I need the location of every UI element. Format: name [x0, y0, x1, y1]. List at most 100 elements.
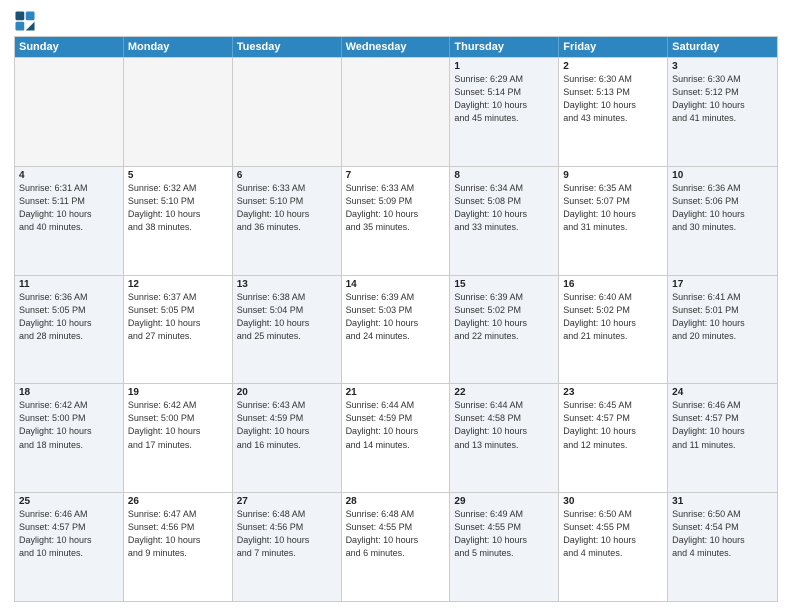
day-cell-8: 8Sunrise: 6:34 AM Sunset: 5:08 PM Daylig…	[450, 167, 559, 275]
day-info: Sunrise: 6:47 AM Sunset: 4:56 PM Dayligh…	[128, 508, 228, 560]
day-number: 2	[563, 61, 663, 72]
empty-cell	[15, 58, 124, 166]
empty-cell	[342, 58, 451, 166]
day-number: 9	[563, 170, 663, 181]
day-info: Sunrise: 6:46 AM Sunset: 4:57 PM Dayligh…	[19, 508, 119, 560]
day-info: Sunrise: 6:39 AM Sunset: 5:02 PM Dayligh…	[454, 291, 554, 343]
day-cell-9: 9Sunrise: 6:35 AM Sunset: 5:07 PM Daylig…	[559, 167, 668, 275]
calendar-header: SundayMondayTuesdayWednesdayThursdayFrid…	[15, 37, 777, 57]
weekday-header-friday: Friday	[559, 37, 668, 57]
day-info: Sunrise: 6:29 AM Sunset: 5:14 PM Dayligh…	[454, 73, 554, 125]
day-number: 22	[454, 387, 554, 398]
weekday-header-wednesday: Wednesday	[342, 37, 451, 57]
day-cell-19: 19Sunrise: 6:42 AM Sunset: 5:00 PM Dayli…	[124, 384, 233, 492]
day-info: Sunrise: 6:38 AM Sunset: 5:04 PM Dayligh…	[237, 291, 337, 343]
day-number: 25	[19, 496, 119, 507]
day-info: Sunrise: 6:42 AM Sunset: 5:00 PM Dayligh…	[128, 399, 228, 451]
day-cell-15: 15Sunrise: 6:39 AM Sunset: 5:02 PM Dayli…	[450, 276, 559, 384]
day-cell-7: 7Sunrise: 6:33 AM Sunset: 5:09 PM Daylig…	[342, 167, 451, 275]
day-cell-25: 25Sunrise: 6:46 AM Sunset: 4:57 PM Dayli…	[15, 493, 124, 601]
day-cell-28: 28Sunrise: 6:48 AM Sunset: 4:55 PM Dayli…	[342, 493, 451, 601]
day-info: Sunrise: 6:35 AM Sunset: 5:07 PM Dayligh…	[563, 182, 663, 234]
day-number: 28	[346, 496, 446, 507]
day-cell-12: 12Sunrise: 6:37 AM Sunset: 5:05 PM Dayli…	[124, 276, 233, 384]
day-cell-14: 14Sunrise: 6:39 AM Sunset: 5:03 PM Dayli…	[342, 276, 451, 384]
day-number: 15	[454, 279, 554, 290]
day-info: Sunrise: 6:34 AM Sunset: 5:08 PM Dayligh…	[454, 182, 554, 234]
day-info: Sunrise: 6:48 AM Sunset: 4:56 PM Dayligh…	[237, 508, 337, 560]
empty-cell	[233, 58, 342, 166]
day-cell-2: 2Sunrise: 6:30 AM Sunset: 5:13 PM Daylig…	[559, 58, 668, 166]
day-cell-23: 23Sunrise: 6:45 AM Sunset: 4:57 PM Dayli…	[559, 384, 668, 492]
day-number: 21	[346, 387, 446, 398]
day-number: 31	[672, 496, 773, 507]
day-cell-11: 11Sunrise: 6:36 AM Sunset: 5:05 PM Dayli…	[15, 276, 124, 384]
day-cell-31: 31Sunrise: 6:50 AM Sunset: 4:54 PM Dayli…	[668, 493, 777, 601]
day-number: 19	[128, 387, 228, 398]
day-number: 3	[672, 61, 773, 72]
day-info: Sunrise: 6:36 AM Sunset: 5:06 PM Dayligh…	[672, 182, 773, 234]
day-info: Sunrise: 6:40 AM Sunset: 5:02 PM Dayligh…	[563, 291, 663, 343]
day-number: 7	[346, 170, 446, 181]
day-cell-30: 30Sunrise: 6:50 AM Sunset: 4:55 PM Dayli…	[559, 493, 668, 601]
day-number: 18	[19, 387, 119, 398]
day-number: 16	[563, 279, 663, 290]
day-number: 6	[237, 170, 337, 181]
day-info: Sunrise: 6:50 AM Sunset: 4:55 PM Dayligh…	[563, 508, 663, 560]
day-cell-17: 17Sunrise: 6:41 AM Sunset: 5:01 PM Dayli…	[668, 276, 777, 384]
day-cell-16: 16Sunrise: 6:40 AM Sunset: 5:02 PM Dayli…	[559, 276, 668, 384]
day-info: Sunrise: 6:49 AM Sunset: 4:55 PM Dayligh…	[454, 508, 554, 560]
day-info: Sunrise: 6:50 AM Sunset: 4:54 PM Dayligh…	[672, 508, 773, 560]
day-number: 11	[19, 279, 119, 290]
day-info: Sunrise: 6:39 AM Sunset: 5:03 PM Dayligh…	[346, 291, 446, 343]
day-info: Sunrise: 6:31 AM Sunset: 5:11 PM Dayligh…	[19, 182, 119, 234]
weekday-header-thursday: Thursday	[450, 37, 559, 57]
day-number: 26	[128, 496, 228, 507]
day-number: 8	[454, 170, 554, 181]
day-number: 13	[237, 279, 337, 290]
day-cell-4: 4Sunrise: 6:31 AM Sunset: 5:11 PM Daylig…	[15, 167, 124, 275]
day-info: Sunrise: 6:30 AM Sunset: 5:13 PM Dayligh…	[563, 73, 663, 125]
day-info: Sunrise: 6:44 AM Sunset: 4:58 PM Dayligh…	[454, 399, 554, 451]
day-info: Sunrise: 6:33 AM Sunset: 5:10 PM Dayligh…	[237, 182, 337, 234]
day-number: 17	[672, 279, 773, 290]
weekday-header-monday: Monday	[124, 37, 233, 57]
day-number: 10	[672, 170, 773, 181]
logo-icon	[14, 10, 36, 32]
day-info: Sunrise: 6:37 AM Sunset: 5:05 PM Dayligh…	[128, 291, 228, 343]
day-cell-29: 29Sunrise: 6:49 AM Sunset: 4:55 PM Dayli…	[450, 493, 559, 601]
day-number: 24	[672, 387, 773, 398]
day-cell-1: 1Sunrise: 6:29 AM Sunset: 5:14 PM Daylig…	[450, 58, 559, 166]
day-cell-26: 26Sunrise: 6:47 AM Sunset: 4:56 PM Dayli…	[124, 493, 233, 601]
day-cell-21: 21Sunrise: 6:44 AM Sunset: 4:59 PM Dayli…	[342, 384, 451, 492]
calendar: SundayMondayTuesdayWednesdayThursdayFrid…	[14, 36, 778, 602]
day-info: Sunrise: 6:41 AM Sunset: 5:01 PM Dayligh…	[672, 291, 773, 343]
day-cell-3: 3Sunrise: 6:30 AM Sunset: 5:12 PM Daylig…	[668, 58, 777, 166]
day-cell-27: 27Sunrise: 6:48 AM Sunset: 4:56 PM Dayli…	[233, 493, 342, 601]
calendar-row-4: 25Sunrise: 6:46 AM Sunset: 4:57 PM Dayli…	[15, 492, 777, 601]
day-cell-5: 5Sunrise: 6:32 AM Sunset: 5:10 PM Daylig…	[124, 167, 233, 275]
day-info: Sunrise: 6:30 AM Sunset: 5:12 PM Dayligh…	[672, 73, 773, 125]
day-number: 14	[346, 279, 446, 290]
day-info: Sunrise: 6:33 AM Sunset: 5:09 PM Dayligh…	[346, 182, 446, 234]
day-number: 4	[19, 170, 119, 181]
day-number: 5	[128, 170, 228, 181]
day-cell-24: 24Sunrise: 6:46 AM Sunset: 4:57 PM Dayli…	[668, 384, 777, 492]
empty-cell	[124, 58, 233, 166]
day-info: Sunrise: 6:32 AM Sunset: 5:10 PM Dayligh…	[128, 182, 228, 234]
calendar-row-2: 11Sunrise: 6:36 AM Sunset: 5:05 PM Dayli…	[15, 275, 777, 384]
day-info: Sunrise: 6:44 AM Sunset: 4:59 PM Dayligh…	[346, 399, 446, 451]
day-info: Sunrise: 6:48 AM Sunset: 4:55 PM Dayligh…	[346, 508, 446, 560]
day-cell-6: 6Sunrise: 6:33 AM Sunset: 5:10 PM Daylig…	[233, 167, 342, 275]
day-number: 20	[237, 387, 337, 398]
day-info: Sunrise: 6:36 AM Sunset: 5:05 PM Dayligh…	[19, 291, 119, 343]
day-number: 29	[454, 496, 554, 507]
day-number: 1	[454, 61, 554, 72]
calendar-row-1: 4Sunrise: 6:31 AM Sunset: 5:11 PM Daylig…	[15, 166, 777, 275]
day-info: Sunrise: 6:46 AM Sunset: 4:57 PM Dayligh…	[672, 399, 773, 451]
day-number: 12	[128, 279, 228, 290]
day-number: 27	[237, 496, 337, 507]
header	[14, 10, 778, 32]
calendar-row-0: 1Sunrise: 6:29 AM Sunset: 5:14 PM Daylig…	[15, 57, 777, 166]
day-cell-20: 20Sunrise: 6:43 AM Sunset: 4:59 PM Dayli…	[233, 384, 342, 492]
